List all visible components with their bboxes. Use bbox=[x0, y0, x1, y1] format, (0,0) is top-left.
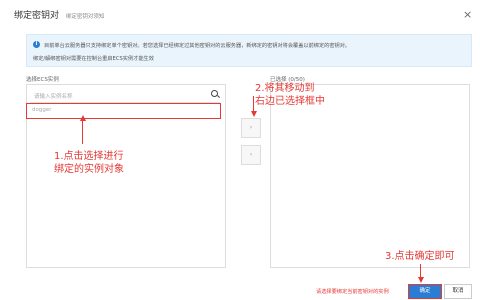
annotation-step2-line1: 2.将其移动到 bbox=[255, 83, 315, 94]
footer-hint: 请选择要绑定当前密钥对的实例 bbox=[316, 289, 389, 295]
annotation-arrow-step2 bbox=[253, 96, 255, 112]
search-placeholder: 请输入实例名称 bbox=[34, 94, 73, 100]
annotation-step1: 1.点击选择进行 绑定的实例对象 bbox=[54, 150, 124, 176]
annotation-step2: 2.将其移动到 右边已选择框中 bbox=[255, 82, 325, 108]
list-item[interactable]: dogger bbox=[26, 103, 221, 119]
search-input[interactable]: 请输入实例名称 bbox=[30, 88, 220, 103]
move-left-button[interactable]: ‹ bbox=[241, 145, 261, 165]
info-text-line2: 绑定/解绑密钥对需要在控制台重启ECS实例才能生效 bbox=[33, 56, 154, 62]
info-banner: i 目前单台云服务器只支持绑定单个密钥对。若您选择已经绑定过其他密钥对的云服务器… bbox=[26, 34, 472, 67]
annotation-step1-line2: 绑定的实例对象 bbox=[54, 164, 124, 175]
info-icon: i bbox=[33, 41, 40, 48]
annotation-arrow-step3 bbox=[420, 264, 422, 278]
annotation-step2-line2: 右边已选择框中 bbox=[255, 96, 325, 107]
annotation-arrowhead-step2 bbox=[250, 111, 257, 117]
annotation-step3: 3.点击确定即可 bbox=[385, 251, 455, 262]
dialog-title-text: 绑定密钥对 bbox=[14, 11, 60, 21]
annotation-arrowhead-step1 bbox=[79, 115, 86, 121]
right-transfer-panel bbox=[270, 84, 470, 268]
dialog-subtitle-link[interactable]: 绑定密钥对须知 bbox=[66, 14, 105, 20]
left-panel-label: 选择ECS实例 bbox=[26, 77, 59, 83]
cancel-button[interactable]: 取消 bbox=[444, 284, 472, 299]
annotation-arrowhead-step3 bbox=[417, 277, 424, 283]
dialog-title: 绑定密钥对 绑定密钥对须知 bbox=[14, 8, 104, 21]
move-right-button[interactable]: › bbox=[241, 118, 261, 138]
info-text-line1: 目前单台云服务器只支持绑定单个密钥对。若您选择已经绑定过其他密钥对的云服务器，新… bbox=[44, 43, 351, 49]
list-item-label: dogger bbox=[32, 107, 52, 113]
search-icon[interactable] bbox=[211, 90, 218, 97]
close-icon[interactable]: × bbox=[463, 8, 472, 21]
ok-button[interactable]: 确定 bbox=[408, 284, 442, 299]
annotation-arrow-step1 bbox=[82, 118, 84, 144]
annotation-step1-line1: 1.点击选择进行 bbox=[54, 151, 124, 162]
